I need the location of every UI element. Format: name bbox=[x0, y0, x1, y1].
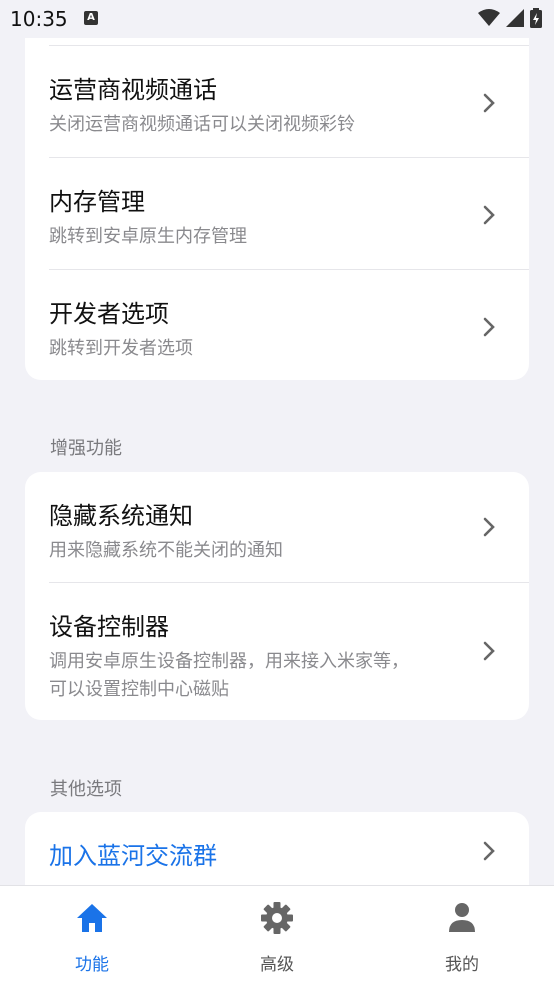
device-controller-item[interactable]: 设备控制器 调用安卓原生设备控制器，用来接入米家等， 可以设置控制中心磁贴 bbox=[25, 583, 529, 720]
memory-management-subtitle: 跳转到安卓原生内存管理 bbox=[49, 226, 247, 247]
system-settings-card: 运营商视频通话 关闭运营商视频通话可以关闭视频彩铃 内存管理 跳转到安卓原生内存… bbox=[25, 22, 529, 380]
signal-icon bbox=[506, 9, 524, 27]
developer-options-title: 开发者选项 bbox=[49, 300, 169, 328]
tab-features[interactable]: 功能 bbox=[0, 886, 184, 985]
tab-features-label: 功能 bbox=[75, 955, 109, 975]
section-label-other: 其他选项 bbox=[50, 779, 122, 800]
home-icon bbox=[77, 904, 107, 932]
chevron-right-icon bbox=[483, 93, 495, 113]
tab-advanced-label: 高级 bbox=[260, 955, 294, 975]
chevron-right-icon bbox=[483, 641, 495, 661]
hide-system-notification-item[interactable]: 隐藏系统通知 用来隐藏系统不能关闭的通知 bbox=[25, 472, 529, 582]
join-group-item[interactable]: 加入蓝河交流群 bbox=[25, 812, 529, 892]
tab-advanced[interactable]: 高级 bbox=[185, 886, 369, 985]
wifi-icon bbox=[478, 9, 500, 26]
device-controller-subtitle-line1: 调用安卓原生设备控制器，用来接入米家等， bbox=[49, 651, 409, 672]
section-label-enhanced: 增强功能 bbox=[50, 438, 122, 459]
chevron-right-icon bbox=[483, 205, 495, 225]
person-icon bbox=[449, 903, 475, 932]
chevron-right-icon bbox=[483, 841, 495, 861]
status-time: 10:35 bbox=[10, 7, 68, 31]
memory-management-item[interactable]: 内存管理 跳转到安卓原生内存管理 bbox=[25, 158, 529, 270]
carrier-video-call-subtitle: 关闭运营商视频通话可以关闭视频彩铃 bbox=[49, 114, 355, 135]
join-group-title: 加入蓝河交流群 bbox=[49, 842, 217, 870]
battery-icon bbox=[530, 8, 542, 28]
tab-profile-label: 我的 bbox=[445, 955, 479, 975]
developer-options-subtitle: 跳转到开发者选项 bbox=[49, 338, 193, 359]
device-controller-subtitle-line2: 可以设置控制中心磁贴 bbox=[49, 679, 229, 700]
carrier-video-call-item[interactable]: 运营商视频通话 关闭运营商视频通话可以关闭视频彩铃 bbox=[25, 46, 529, 158]
status-icons bbox=[478, 8, 542, 28]
chevron-right-icon bbox=[483, 317, 495, 337]
enhanced-features-card: 隐藏系统通知 用来隐藏系统不能关闭的通知 设备控制器 调用安卓原生设备控制器，用… bbox=[25, 472, 529, 720]
chevron-right-icon bbox=[483, 517, 495, 537]
gear-icon bbox=[261, 902, 293, 934]
carrier-video-call-title: 运营商视频通话 bbox=[49, 76, 217, 104]
status-bar: 10:35 A bbox=[0, 0, 554, 38]
tab-profile[interactable]: 我的 bbox=[370, 886, 554, 985]
device-controller-title: 设备控制器 bbox=[49, 613, 169, 641]
bottom-tab-bar: 功能 高级 我的 bbox=[0, 885, 554, 985]
developer-options-item[interactable]: 开发者选项 跳转到开发者选项 bbox=[25, 270, 529, 380]
memory-management-title: 内存管理 bbox=[49, 188, 145, 216]
hide-system-notification-subtitle: 用来隐藏系统不能关闭的通知 bbox=[49, 540, 283, 561]
notification-a-icon: A bbox=[84, 11, 98, 25]
hide-system-notification-title: 隐藏系统通知 bbox=[49, 502, 193, 530]
